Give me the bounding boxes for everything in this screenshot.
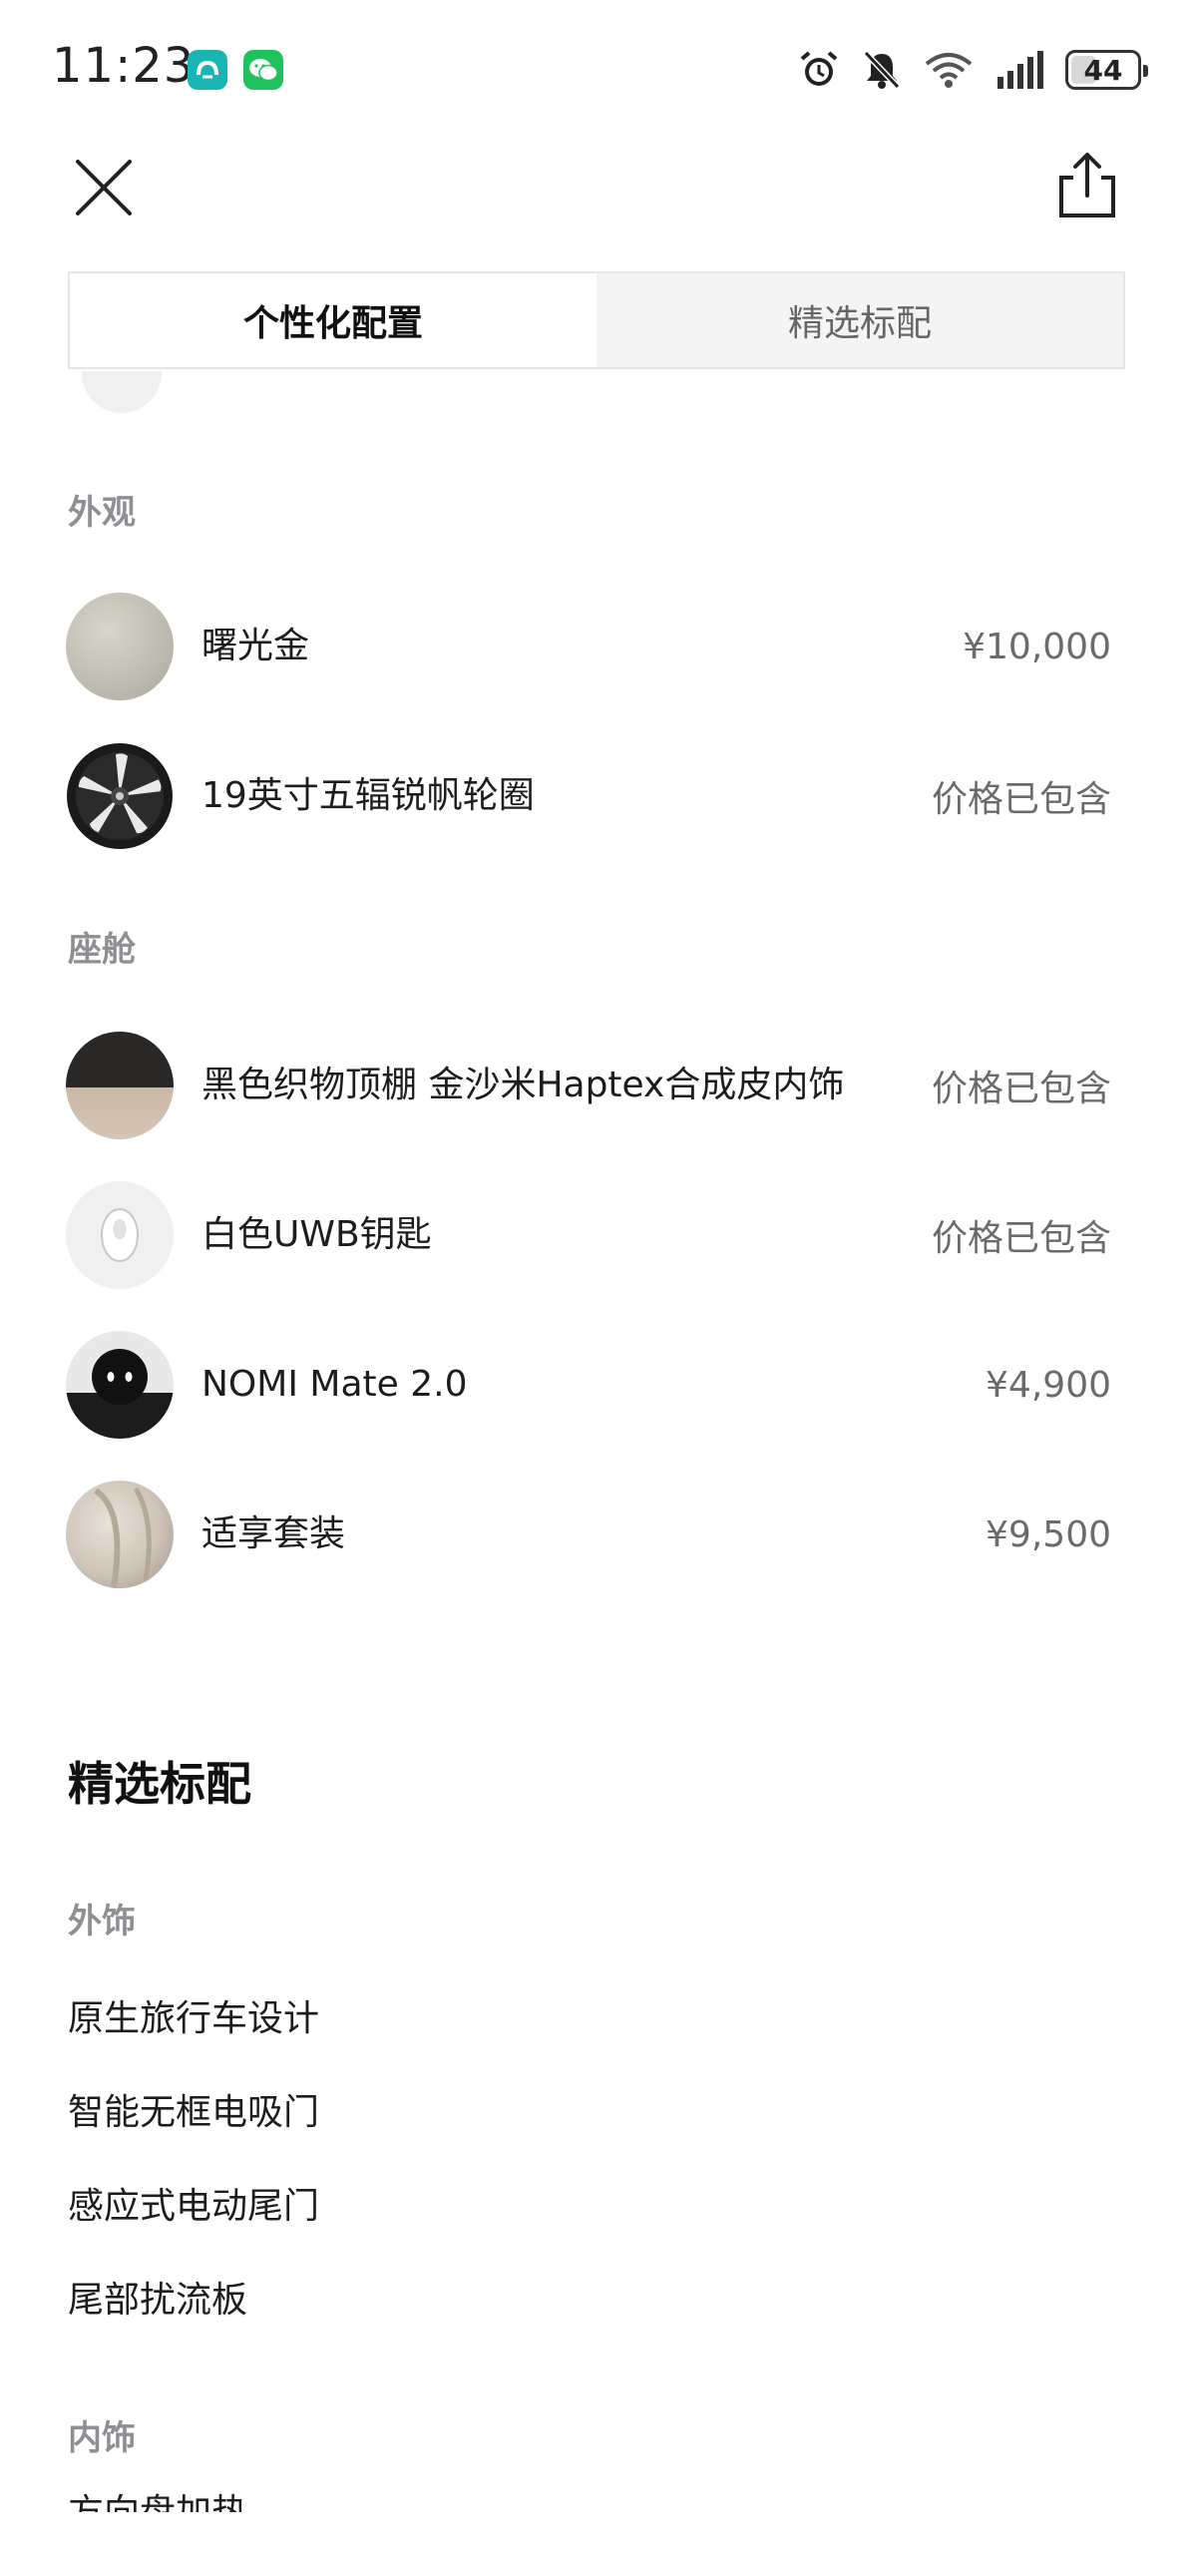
nio-app-icon [188, 50, 227, 90]
tab-standard[interactable]: 精选标配 [597, 273, 1123, 367]
option-price: ¥10,000 [963, 626, 1111, 667]
wheel-thumbnail [66, 742, 174, 850]
nomi-thumbnail [66, 1331, 174, 1439]
option-row-wheel[interactable]: 19英寸五辐锐帆轮圈 价格已包含 [66, 742, 1123, 850]
option-name: 曙光金 [201, 626, 310, 666]
system-icons: 44 [798, 46, 1148, 94]
comfort-package-thumbnail [66, 1481, 174, 1588]
standard-feature-item-partial: 方向盘加热 [68, 2490, 247, 2512]
config-tabs: 个性化配置 精选标配 [68, 271, 1125, 369]
option-name: 适享套装 [201, 1513, 346, 1554]
option-row-key[interactable]: 白色UWB钥匙 价格已包含 [66, 1181, 1123, 1289]
mute-bell-icon [863, 50, 901, 90]
section-cabin-label: 座舱 [68, 930, 136, 970]
section-exterior-trim-label: 外饰 [68, 1902, 136, 1941]
option-price: 价格已包含 [931, 1069, 1111, 1109]
option-row-nomi[interactable]: NOMI Mate 2.0 ¥4,900 [66, 1331, 1123, 1439]
option-row-comfort[interactable]: 适享套装 ¥9,500 [66, 1481, 1123, 1588]
partial-thumbnail [82, 371, 162, 413]
standard-feature-item: 感应式电动尾门 [68, 2186, 320, 2227]
status-bar: 11:23 44 [0, 0, 1197, 140]
standard-features-heading: 精选标配 [68, 1757, 251, 1811]
option-name: 黑色织物顶棚 金沙米Haptex合成皮内饰 [201, 1065, 845, 1105]
alarm-icon [800, 51, 838, 86]
signal-icon [998, 51, 1043, 89]
close-icon [76, 160, 132, 215]
option-name: NOMI Mate 2.0 [201, 1364, 468, 1405]
option-row-paint[interactable]: 曙光金 ¥10,000 [66, 593, 1123, 700]
uwb-key-thumbnail [66, 1181, 174, 1289]
status-time: 11:23 [52, 38, 196, 94]
section-interior-trim-label: 内饰 [68, 2418, 136, 2458]
option-price: ¥4,900 [986, 1364, 1111, 1406]
standard-feature-item: 尾部扰流板 [68, 2280, 248, 2321]
standard-feature-item: 原生旅行车设计 [68, 1998, 320, 2039]
standard-feature-item: 智能无框电吸门 [68, 2092, 320, 2133]
tab-personalized[interactable]: 个性化配置 [70, 273, 597, 367]
option-price: 价格已包含 [931, 1218, 1111, 1259]
section-exterior-label: 外观 [68, 493, 136, 533]
option-row-interior[interactable]: 黑色织物顶棚 金沙米Haptex合成皮内饰 价格已包含 [66, 1032, 1123, 1139]
option-name: 19英寸五辐锐帆轮圈 [201, 775, 535, 816]
option-price: ¥9,500 [986, 1513, 1111, 1555]
wechat-icon [243, 50, 283, 90]
option-name: 白色UWB钥匙 [201, 1214, 432, 1255]
option-price: 价格已包含 [931, 779, 1111, 820]
share-button[interactable] [1047, 146, 1127, 225]
wifi-icon [925, 53, 973, 88]
interior-swatch [66, 1032, 174, 1139]
battery-percent: 44 [1083, 53, 1123, 87]
battery-icon: 44 [1065, 50, 1148, 90]
share-icon [1059, 153, 1115, 217]
close-button[interactable] [66, 150, 142, 225]
paint-color-swatch [66, 593, 174, 700]
